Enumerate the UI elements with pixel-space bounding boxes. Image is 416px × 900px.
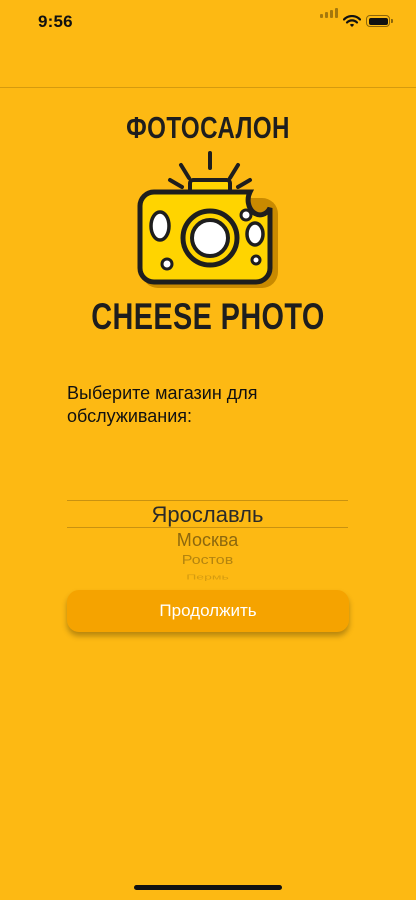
picker-option[interactable]: Москва	[67, 530, 348, 551]
store-picker[interactable]: Ярославль Москва Ростов Пермь	[67, 490, 348, 590]
picker-option[interactable]: Ростов	[67, 554, 348, 568]
logo-subtitle: CHEESE PHOTO	[91, 296, 325, 337]
picker-top-line	[67, 500, 348, 501]
home-indicator[interactable]	[134, 885, 282, 890]
cheese-camera-icon	[130, 146, 286, 301]
wifi-icon	[342, 15, 362, 33]
picker-option[interactable]: Пермь	[67, 573, 348, 581]
picker-selected-option[interactable]: Ярославль	[67, 502, 348, 528]
nav-divider	[0, 87, 416, 88]
logo-title: ФОТОСАЛОН	[126, 110, 290, 145]
battery-icon	[366, 15, 393, 27]
status-bar: 9:56	[0, 0, 416, 46]
status-time: 9:56	[38, 12, 73, 31]
store-prompt: Выберите магазин для обслуживания:	[67, 383, 258, 426]
continue-button[interactable]: Продолжить	[67, 590, 349, 632]
